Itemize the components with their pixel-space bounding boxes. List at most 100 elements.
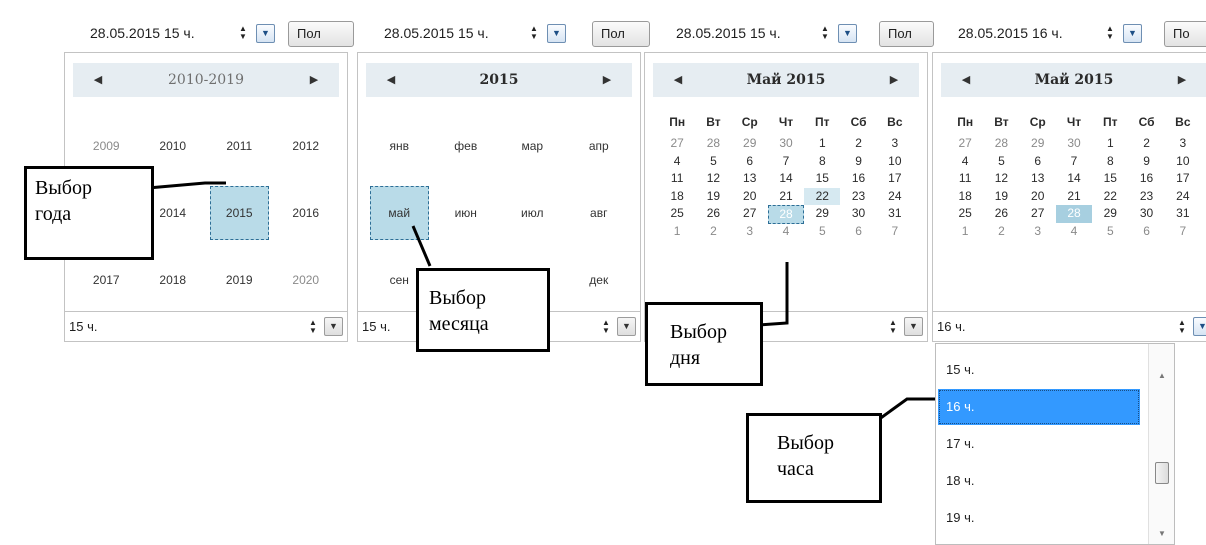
day-cell[interactable]: 3 xyxy=(1165,135,1201,153)
day-cell[interactable]: 19 xyxy=(695,188,731,206)
day-cell[interactable]: 23 xyxy=(1128,188,1164,206)
day-cell[interactable]: 12 xyxy=(695,170,731,188)
day-cell[interactable]: 7 xyxy=(1056,153,1092,171)
hour-option[interactable]: 18 ч. xyxy=(938,463,1140,499)
day-cell[interactable]: 8 xyxy=(804,153,840,171)
day-cell[interactable]: 14 xyxy=(1056,170,1092,188)
day-cell[interactable]: 30 xyxy=(768,135,804,153)
day-cell[interactable]: 27 xyxy=(1020,205,1056,223)
calendar-dropdown-button[interactable]: ▼ xyxy=(1123,24,1142,43)
hour-spin-icon[interactable]: ▲ ▼ xyxy=(307,319,319,335)
hour-option[interactable]: 19 ч. xyxy=(938,500,1140,536)
day-cell[interactable]: 6 xyxy=(1128,223,1164,241)
hour-list-scrollbar[interactable]: ▲ ▼ xyxy=(1148,344,1174,544)
year-cell[interactable]: 2019 xyxy=(210,252,269,307)
day-cell[interactable]: 3 xyxy=(877,135,913,153)
day-cell[interactable]: 16 xyxy=(840,170,876,188)
day-cell[interactable]: 1 xyxy=(947,223,983,241)
day-cell[interactable]: 10 xyxy=(877,153,913,171)
year-cell-selected[interactable]: 2015 xyxy=(210,185,269,241)
calendar-header-title[interactable]: Май 2015 xyxy=(693,63,879,97)
year-cell[interactable]: 2011 xyxy=(210,119,269,174)
day-cell[interactable]: 29 xyxy=(804,205,840,224)
day-cell[interactable]: 19 xyxy=(983,188,1019,206)
day-cell[interactable]: 27 xyxy=(659,135,695,153)
day-cell[interactable]: 25 xyxy=(659,205,695,224)
hour-option[interactable]: 15 ч. xyxy=(938,352,1140,388)
day-cell[interactable]: 6 xyxy=(732,153,768,171)
day-cell[interactable]: 29 xyxy=(1020,135,1056,153)
day-cell[interactable]: 13 xyxy=(732,170,768,188)
day-cell[interactable]: 29 xyxy=(1092,205,1128,223)
hour-dropdown-button[interactable]: ▼ xyxy=(324,317,343,336)
scroll-down-icon[interactable]: ▼ xyxy=(1149,524,1175,544)
month-cell[interactable]: фев xyxy=(437,119,496,174)
month-cell-selected[interactable]: май xyxy=(370,185,429,241)
day-cell[interactable]: 17 xyxy=(1165,170,1201,188)
day-cell[interactable]: 28 xyxy=(983,135,1019,153)
day-cell[interactable]: 11 xyxy=(659,170,695,188)
datetime-field[interactable]: 28.05.2015 16 ч. xyxy=(958,16,1063,50)
day-cell[interactable]: 6 xyxy=(840,223,876,241)
day-cell[interactable]: 5 xyxy=(804,223,840,241)
month-cell[interactable]: дек xyxy=(570,252,629,307)
day-cell[interactable]: 7 xyxy=(768,153,804,171)
day-cell[interactable]: 5 xyxy=(1092,223,1128,241)
month-cell[interactable]: авг xyxy=(570,186,629,241)
day-cell[interactable]: 1 xyxy=(659,223,695,241)
day-cell[interactable]: 2 xyxy=(983,223,1019,241)
ok-button[interactable]: По xyxy=(1164,21,1206,47)
spin-icon[interactable]: ▲ ▼ xyxy=(237,25,249,41)
day-cell[interactable]: 14 xyxy=(768,170,804,188)
prev-arrow-icon[interactable]: ◀ xyxy=(663,63,693,97)
day-cell[interactable]: 3 xyxy=(732,223,768,241)
hour-spin-icon[interactable]: ▲ ▼ xyxy=(1176,319,1188,335)
day-cell[interactable]: 4 xyxy=(768,223,804,241)
calendar-header-title[interactable]: 2015 xyxy=(406,63,592,97)
day-cell[interactable]: 31 xyxy=(1165,205,1201,223)
prev-arrow-icon[interactable]: ◀ xyxy=(951,63,981,97)
day-cell-selected[interactable]: 28 xyxy=(1055,205,1093,223)
spin-icon[interactable]: ▲ ▼ xyxy=(819,25,831,41)
hour-option-selected[interactable]: 16 ч. xyxy=(938,389,1140,425)
day-cell[interactable]: 27 xyxy=(732,205,768,224)
day-cell[interactable]: 26 xyxy=(983,205,1019,223)
day-cell[interactable]: 29 xyxy=(732,135,768,153)
prev-arrow-icon[interactable]: ◀ xyxy=(83,63,113,97)
day-cell[interactable]: 2 xyxy=(840,135,876,153)
day-cell[interactable]: 4 xyxy=(659,153,695,171)
day-cell[interactable]: 20 xyxy=(732,188,768,206)
day-cell[interactable]: 15 xyxy=(1092,170,1128,188)
day-cell[interactable]: 11 xyxy=(947,170,983,188)
year-cell[interactable]: 2016 xyxy=(277,186,336,241)
day-cell[interactable]: 21 xyxy=(768,188,804,206)
day-cell[interactable]: 13 xyxy=(1020,170,1056,188)
day-cell[interactable]: 21 xyxy=(1056,188,1092,206)
year-cell[interactable]: 2012 xyxy=(277,119,336,174)
day-cell-today[interactable]: 22 xyxy=(804,187,841,205)
day-cell[interactable]: 12 xyxy=(983,170,1019,188)
day-cell[interactable]: 10 xyxy=(1165,153,1201,171)
hour-dropdown-button[interactable]: ▼ xyxy=(904,317,923,336)
day-cell[interactable]: 4 xyxy=(947,153,983,171)
hour-spin-icon[interactable]: ▲ ▼ xyxy=(887,319,899,335)
ok-button[interactable]: Пол xyxy=(879,21,934,47)
day-cell[interactable]: 18 xyxy=(947,188,983,206)
day-cell[interactable]: 30 xyxy=(1128,205,1164,223)
day-cell[interactable]: 28 xyxy=(695,135,731,153)
day-cell[interactable]: 2 xyxy=(695,223,731,241)
day-cell[interactable]: 15 xyxy=(804,170,840,188)
day-cell-selected[interactable]: 28 xyxy=(767,205,805,224)
datetime-field[interactable]: 28.05.2015 15 ч. xyxy=(90,16,195,50)
day-cell[interactable]: 20 xyxy=(1020,188,1056,206)
calendar-dropdown-button[interactable]: ▼ xyxy=(256,24,275,43)
year-cell[interactable]: 2017 xyxy=(77,252,136,307)
prev-arrow-icon[interactable]: ◀ xyxy=(376,63,406,97)
day-cell[interactable]: 5 xyxy=(695,153,731,171)
day-cell[interactable]: 3 xyxy=(1020,223,1056,241)
month-cell[interactable]: июн xyxy=(437,186,496,241)
day-cell[interactable]: 27 xyxy=(947,135,983,153)
datetime-field[interactable]: 28.05.2015 15 ч. xyxy=(676,16,781,50)
next-arrow-icon[interactable]: ▶ xyxy=(299,63,329,97)
hour-option[interactable]: 17 ч. xyxy=(938,426,1140,462)
